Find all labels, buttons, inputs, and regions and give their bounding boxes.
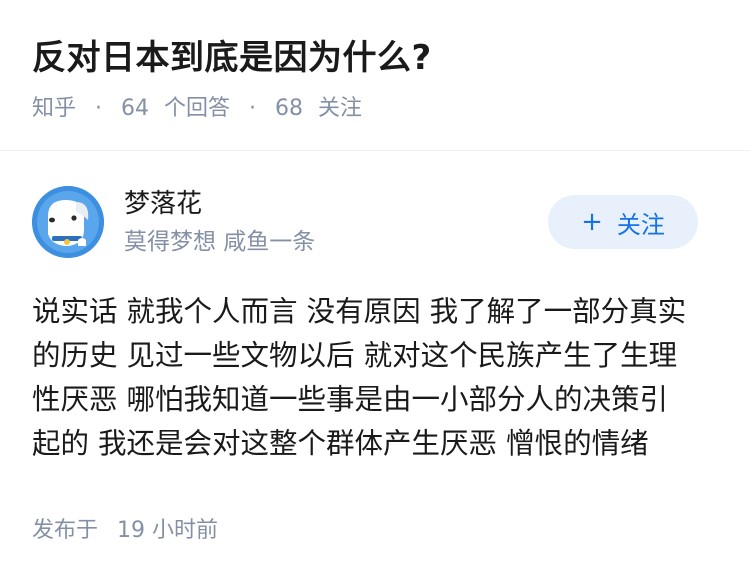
answer-count: 64 (121, 96, 150, 121)
publish-label: 发布于 (32, 518, 99, 543)
question-meta: 知乎 · 64 个回答 · 68 关注 (32, 92, 362, 126)
author-bio: 莫得梦想 咸鱼一条 (124, 229, 316, 255)
question-title[interactable]: 反对日本到底是因为什么? (32, 33, 432, 83)
answer-count-label: 个回答 (164, 96, 231, 121)
section-divider (0, 150, 750, 151)
follow-button-label: 关注 (616, 210, 665, 239)
follower-count: 68 (275, 96, 304, 121)
author-name[interactable]: 梦落花 (124, 184, 202, 224)
publish-time: 发布于 19 小时前 (32, 514, 218, 548)
answer-content-line: 的历史 见过一些文物以后 就对这个民族产生了生理 (32, 339, 678, 372)
plus-icon: + (581, 207, 603, 237)
publish-time-value: 19 小时前 (117, 518, 219, 543)
question-header: 反对日本到底是因为什么? 知乎 · 64 个回答 · 68 关注 (0, 0, 750, 150)
answer-content-line: 性厌恶 哪怕我知道一些事是由一小部分人的决策引 (32, 383, 669, 416)
author-avatar[interactable] (32, 186, 104, 258)
follower-count-label: 关注 (318, 96, 363, 121)
answer-content[interactable]: 说实话 就我个人而言 没有原因 我了解了一部分真实 的历史 见过一些文物以后 就… (32, 290, 722, 466)
cartoon-dog-avatar-icon (32, 186, 104, 258)
answer-content-line: 说实话 就我个人而言 没有原因 我了解了一部分真实 (32, 295, 687, 328)
separator-dot: · (249, 96, 257, 121)
answer-content-line: 起的 我还是会对这整个群体产生厌恶 憎恨的情绪 (32, 427, 649, 460)
source-label[interactable]: 知乎 (32, 96, 76, 121)
follow-button[interactable]: + 关注 (548, 195, 698, 249)
separator-dot: · (95, 96, 103, 121)
